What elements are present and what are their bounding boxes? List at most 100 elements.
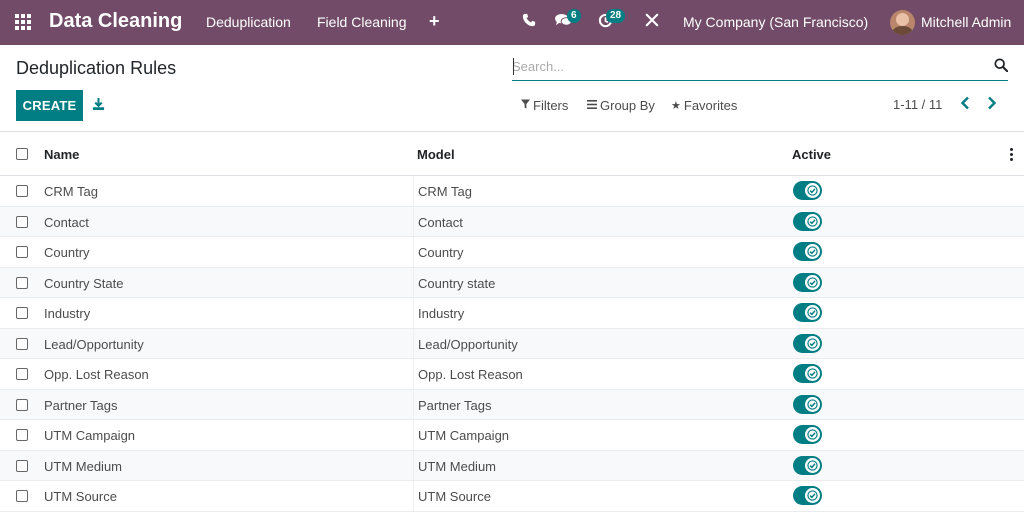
cell-model: Contact xyxy=(418,214,463,230)
active-toggle[interactable] xyxy=(793,211,822,231)
active-toggle[interactable] xyxy=(793,486,822,505)
column-divider xyxy=(413,267,414,297)
column-divider xyxy=(413,359,414,389)
table-row[interactable]: Opp. Lost Reason Opp. Lost Reason xyxy=(0,359,1024,390)
row-checkbox[interactable] xyxy=(16,185,28,197)
active-toggle[interactable] xyxy=(793,394,822,414)
row-checkbox[interactable] xyxy=(16,490,28,502)
groupby-icon xyxy=(587,99,597,112)
cell-model: Opp. Lost Reason xyxy=(418,367,523,382)
menu-field-cleaning[interactable]: Field Cleaning xyxy=(317,14,407,30)
active-toggle[interactable] xyxy=(793,364,822,383)
active-toggle[interactable] xyxy=(793,242,822,261)
header-model[interactable]: Model xyxy=(417,147,455,162)
top-navbar: Data Cleaning Deduplication Field Cleani… xyxy=(0,0,1024,45)
cell-name: Opp. Lost Reason xyxy=(44,367,149,382)
column-divider xyxy=(413,389,414,419)
text-cursor xyxy=(513,58,514,75)
row-checkbox[interactable] xyxy=(16,429,28,441)
cell-name: Partner Tags xyxy=(44,397,118,413)
pager-value[interactable]: 1-11 / 11 xyxy=(893,97,942,112)
cell-name: Contact xyxy=(44,214,89,230)
search-bar[interactable] xyxy=(512,55,1008,81)
cell-model: Country state xyxy=(418,275,496,291)
table-row[interactable]: Country Country xyxy=(0,237,1024,268)
tools-icon[interactable] xyxy=(645,13,659,30)
phone-icon[interactable] xyxy=(522,13,536,30)
table-row[interactable]: UTM Medium UTM Medium xyxy=(0,450,1024,481)
table-row[interactable]: UTM Source UTM Source xyxy=(0,481,1024,512)
check-icon xyxy=(805,457,820,473)
table-row[interactable]: Country State Country state xyxy=(0,267,1024,298)
row-checkbox[interactable] xyxy=(16,246,28,258)
table-row[interactable]: Contact Contact xyxy=(0,206,1024,237)
row-checkbox[interactable] xyxy=(16,398,28,411)
cell-model: Country xyxy=(418,245,464,260)
check-icon xyxy=(805,488,820,503)
chat-badge: 6 xyxy=(567,9,581,23)
cell-model: Partner Tags xyxy=(418,397,492,413)
check-icon xyxy=(805,183,820,198)
column-divider xyxy=(413,420,414,450)
cell-model: UTM Campaign xyxy=(418,428,510,443)
app-brand[interactable]: Data Cleaning xyxy=(49,10,182,33)
row-checkbox[interactable] xyxy=(16,215,28,228)
filter-icon xyxy=(521,99,530,112)
company-switcher[interactable]: My Company (San Francisco) xyxy=(683,14,868,30)
cell-name: Country xyxy=(44,245,90,260)
select-all-checkbox[interactable] xyxy=(16,148,28,160)
table-row[interactable]: UTM Campaign UTM Campaign xyxy=(0,420,1024,451)
plus-icon[interactable]: + xyxy=(429,11,440,32)
filters-button[interactable]: Filters xyxy=(521,98,568,113)
check-icon xyxy=(805,244,820,259)
table-row[interactable]: Industry Industry xyxy=(0,298,1024,329)
active-toggle[interactable] xyxy=(793,455,822,475)
favorites-label: Favorites xyxy=(683,98,738,113)
chevron-right-icon[interactable] xyxy=(987,96,997,115)
filters-label: Filters xyxy=(533,98,569,113)
row-checkbox[interactable] xyxy=(16,307,28,319)
row-checkbox[interactable] xyxy=(16,337,28,350)
active-toggle[interactable] xyxy=(793,425,822,444)
active-toggle[interactable] xyxy=(793,272,822,292)
user-menu[interactable]: Mitchell Admin xyxy=(921,14,1011,30)
search-icon[interactable] xyxy=(994,58,1009,73)
column-divider xyxy=(413,237,414,267)
cell-name: Country State xyxy=(44,275,124,291)
row-checkbox[interactable] xyxy=(16,276,28,289)
active-toggle[interactable] xyxy=(793,333,822,353)
active-toggle[interactable] xyxy=(793,303,822,322)
column-divider xyxy=(413,450,414,480)
page-title: Deduplication Rules xyxy=(16,58,177,78)
row-checkbox[interactable] xyxy=(16,459,28,472)
row-checkbox[interactable] xyxy=(16,368,28,380)
active-toggle[interactable] xyxy=(793,181,822,200)
download-icon[interactable] xyxy=(92,97,106,111)
table-row[interactable]: CRM Tag CRM Tag xyxy=(0,176,1024,207)
star-icon: ★ xyxy=(671,100,681,112)
menu-deduplication[interactable]: Deduplication xyxy=(206,14,291,30)
kebab-icon[interactable] xyxy=(1010,148,1014,161)
column-divider xyxy=(413,206,414,236)
check-icon xyxy=(805,396,820,412)
avatar[interactable] xyxy=(890,10,915,35)
cell-name: Industry xyxy=(44,306,91,321)
header-active[interactable]: Active xyxy=(792,147,831,162)
list-table: Name Model Active CRM Tag CRM Tag Contact C… xyxy=(0,131,1024,512)
table-row[interactable]: Lead/Opportunity Lead/Opportunity xyxy=(0,328,1024,359)
check-icon xyxy=(805,366,820,381)
check-icon xyxy=(805,213,820,229)
column-divider xyxy=(413,481,414,511)
favorites-button[interactable]: ★ Favorites xyxy=(671,98,737,113)
cell-name: Lead/Opportunity xyxy=(44,336,144,352)
chevron-left-icon[interactable] xyxy=(960,96,970,115)
table-row[interactable]: Partner Tags Partner Tags xyxy=(0,389,1024,420)
cell-name: UTM Source xyxy=(44,489,117,504)
cell-name: CRM Tag xyxy=(44,184,98,199)
header-name[interactable]: Name xyxy=(44,147,79,162)
groupby-button[interactable]: Group By xyxy=(587,98,655,113)
create-button[interactable]: CREATE xyxy=(16,90,83,121)
search-input[interactable] xyxy=(512,55,982,77)
apps-icon[interactable] xyxy=(15,14,33,32)
cell-model: UTM Medium xyxy=(418,458,497,474)
